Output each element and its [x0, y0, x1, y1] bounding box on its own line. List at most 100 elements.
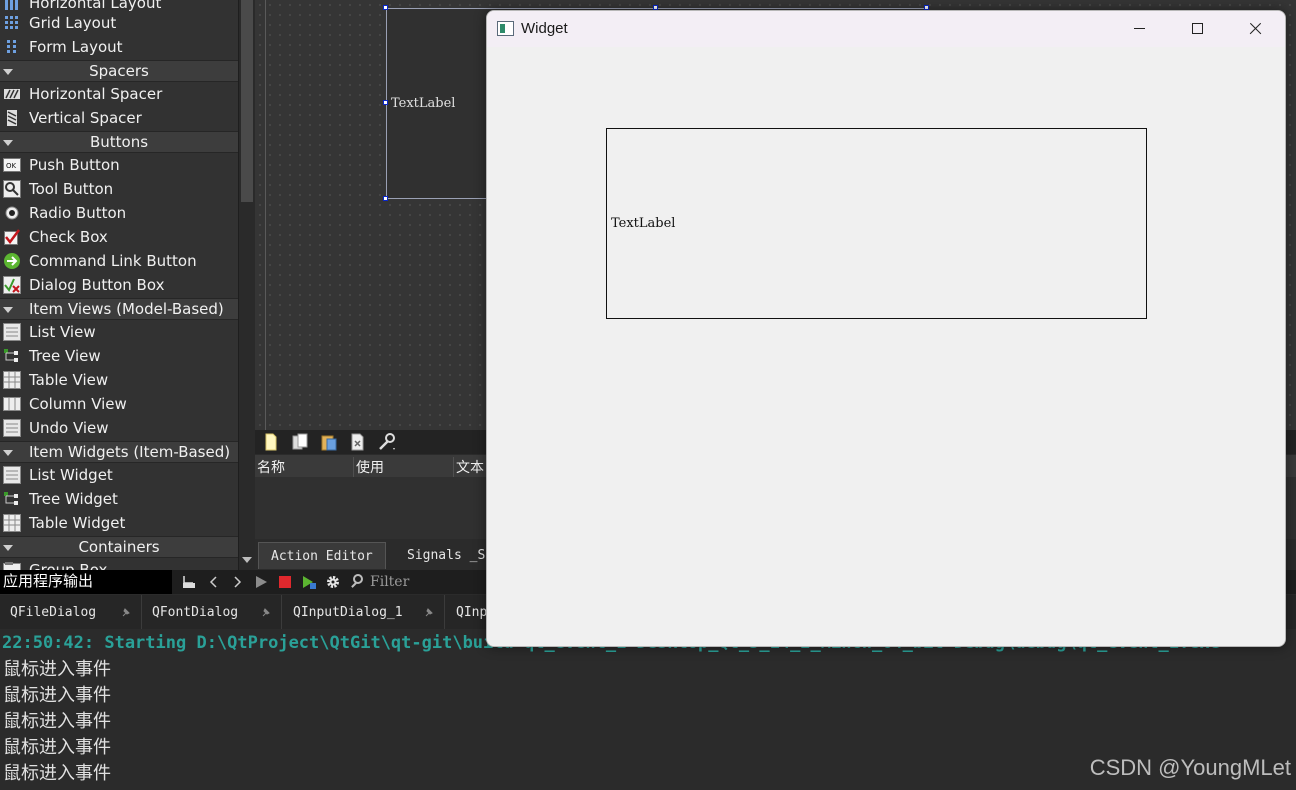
- widget-item-tree-view[interactable]: Tree View: [0, 344, 238, 368]
- log-line: 鼠标进入事件: [3, 737, 111, 758]
- log-line: 鼠标进入事件: [3, 659, 111, 680]
- svg-text:OK: OK: [6, 162, 17, 170]
- widget-item-group-box[interactable]: Group Box: [0, 558, 238, 570]
- close-button[interactable]: [1227, 11, 1285, 47]
- widget-item-tool-button[interactable]: Tool Button: [0, 177, 238, 201]
- push-button-icon: OK: [3, 156, 21, 174]
- window-titlebar[interactable]: Widget: [487, 11, 1285, 47]
- category-spacers[interactable]: Spacers: [0, 60, 238, 82]
- copy-action-icon[interactable]: [290, 433, 310, 451]
- configure-wrench-icon[interactable]: [377, 433, 397, 451]
- list-widget-icon: [3, 466, 21, 484]
- chevron-down-icon: [3, 307, 13, 313]
- stop-icon[interactable]: [277, 574, 293, 590]
- output-tab-label: QInputDialog_1: [293, 604, 403, 620]
- widget-item-label: Command Link Button: [29, 252, 197, 270]
- table-view-icon: [3, 371, 21, 389]
- category-containers[interactable]: Containers: [0, 536, 238, 558]
- pin-icon[interactable]: [261, 606, 271, 617]
- output-tab-qfiledialog[interactable]: QFileDialog: [0, 595, 142, 629]
- widget-item-list-widget[interactable]: List Widget: [0, 463, 238, 487]
- chevron-left-icon[interactable]: [206, 574, 222, 590]
- textlabel-box[interactable]: TextLabel: [606, 128, 1147, 319]
- resize-handle[interactable]: [383, 5, 388, 10]
- column-header-text[interactable]: 文本: [453, 457, 484, 477]
- column-view-icon: [3, 395, 21, 413]
- tool-button-icon: [3, 180, 21, 198]
- resize-handle[interactable]: [383, 100, 388, 105]
- pin-icon[interactable]: [424, 606, 434, 617]
- group-box-icon: [3, 561, 21, 570]
- watermark: CSDN @YoungMLet: [1089, 755, 1291, 780]
- debug-run-icon[interactable]: [301, 574, 317, 590]
- clean-output-icon[interactable]: [181, 574, 197, 590]
- output-tab-qinputdialog-1[interactable]: QInputDialog_1: [283, 595, 445, 629]
- chevron-down-icon: [3, 140, 13, 146]
- widget-item-push-button[interactable]: OK Push Button: [0, 153, 238, 177]
- dialog-button-box-icon: [3, 276, 21, 294]
- paste-action-icon[interactable]: [319, 433, 339, 451]
- minimize-icon: [1134, 28, 1145, 29]
- maximize-button[interactable]: [1169, 11, 1227, 47]
- widget-item-column-view[interactable]: Column View: [0, 392, 238, 416]
- list-view-icon: [3, 323, 21, 341]
- chevron-right-icon[interactable]: [229, 574, 245, 590]
- output-tab-label: QFontDialog: [152, 604, 239, 620]
- horizontal-spacer-icon: [3, 85, 21, 103]
- column-header-name[interactable]: 名称: [255, 457, 285, 477]
- widget-item-label: Radio Button: [29, 204, 127, 222]
- widget-item-table-view[interactable]: Table View: [0, 368, 238, 392]
- widget-window[interactable]: Widget TextLabel: [486, 10, 1286, 647]
- widget-item-radio-button[interactable]: Radio Button: [0, 201, 238, 225]
- tree-view-icon: [3, 347, 21, 365]
- resize-handle[interactable]: [383, 196, 388, 201]
- widget-item-dialog-button-box[interactable]: Dialog Button Box: [0, 273, 238, 297]
- category-item-widgets[interactable]: Item Widgets (Item-Based): [0, 441, 238, 463]
- widget-item-form-layout[interactable]: Form Layout: [0, 35, 238, 59]
- app-window-icon: [497, 21, 514, 36]
- category-buttons[interactable]: Buttons: [0, 131, 238, 153]
- chevron-down-icon: [3, 450, 13, 456]
- radio-button-icon: [3, 204, 21, 222]
- tab-action-editor[interactable]: Action Editor: [258, 542, 386, 569]
- widget-item-grid-layout[interactable]: Grid Layout: [0, 11, 238, 35]
- widget-item-label: Horizontal Spacer: [29, 85, 163, 103]
- window-client-area: TextLabel: [487, 47, 1285, 646]
- widget-item-check-box[interactable]: Check Box: [0, 225, 238, 249]
- delete-action-icon[interactable]: [348, 433, 368, 451]
- window-title: Widget: [521, 20, 568, 37]
- widget-item-label: Vertical Spacer: [29, 109, 142, 127]
- minimize-button[interactable]: [1111, 11, 1169, 47]
- widget-item-horizontal-spacer[interactable]: Horizontal Spacer: [0, 82, 238, 106]
- chevron-down-icon: [3, 545, 13, 551]
- widget-item-label: List Widget: [29, 466, 113, 484]
- widget-item-label: Dialog Button Box: [29, 276, 165, 294]
- widget-item-list-view[interactable]: List View: [0, 320, 238, 344]
- maximize-icon: [1192, 23, 1203, 34]
- category-item-views[interactable]: Item Views (Model-Based): [0, 298, 238, 320]
- widget-box-scrollbar[interactable]: [238, 0, 255, 570]
- new-action-icon[interactable]: [261, 433, 281, 451]
- chevron-down-icon: [3, 69, 13, 75]
- column-header-used[interactable]: 使用: [353, 457, 384, 477]
- search-icon-handle: [351, 582, 357, 588]
- widget-item-label: Grid Layout: [29, 14, 117, 32]
- widget-item-command-link-button[interactable]: Command Link Button: [0, 249, 238, 273]
- output-tab-qfontdialog[interactable]: QFontDialog: [142, 595, 282, 629]
- undo-view-icon: [3, 419, 21, 437]
- check-box-icon: [3, 228, 21, 246]
- form-layout-icon: [3, 38, 21, 56]
- widget-item-vertical-spacer[interactable]: Vertical Spacer: [0, 106, 238, 130]
- gear-icon[interactable]: [325, 574, 341, 590]
- command-link-icon: [3, 252, 21, 270]
- scrollbar-thumb[interactable]: [241, 0, 253, 202]
- pin-icon[interactable]: [121, 606, 131, 617]
- widget-item-label: Undo View: [29, 419, 109, 437]
- run-icon[interactable]: [253, 574, 269, 590]
- widget-item-tree-widget[interactable]: Tree Widget: [0, 487, 238, 511]
- scroll-down-arrow-icon[interactable]: [242, 557, 252, 563]
- widget-item-undo-view[interactable]: Undo View: [0, 416, 238, 440]
- widget-item-table-widget[interactable]: Table Widget: [0, 511, 238, 535]
- form-textlabel[interactable]: TextLabel: [391, 96, 455, 111]
- grid-layout-icon: [3, 14, 21, 32]
